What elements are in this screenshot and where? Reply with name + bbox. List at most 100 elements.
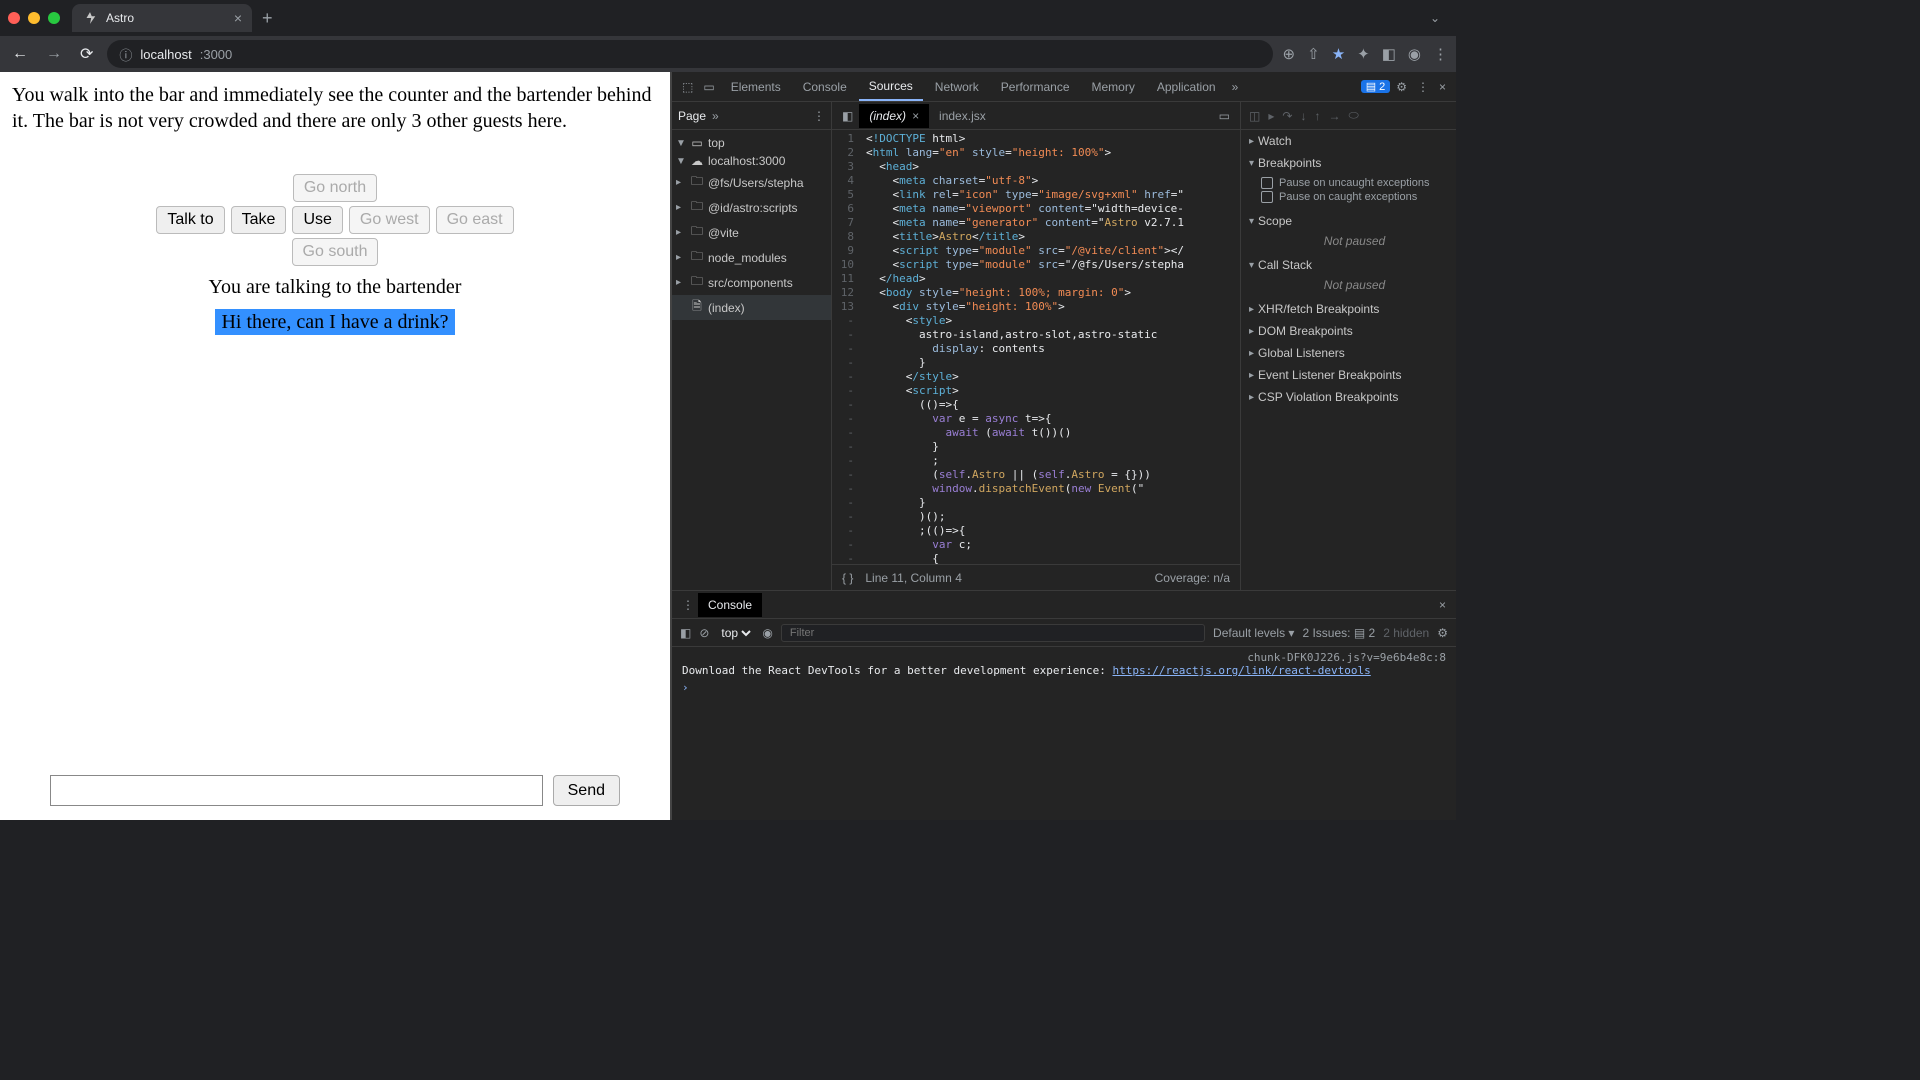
go-north-button: Go north [293,174,377,202]
sidepanel-icon[interactable]: ◧ [1382,45,1396,63]
log-levels[interactable]: Default levels ▾ [1213,626,1294,640]
console-settings-icon[interactable]: ⚙ [1437,626,1448,640]
profile-icon[interactable]: ◉ [1408,45,1421,63]
issues-count[interactable]: 2 Issues: ▤ 2 [1302,626,1375,640]
tab-application[interactable]: Application [1147,74,1226,100]
issues-badge[interactable]: ▤ 2 [1361,80,1391,93]
tab-memory[interactable]: Memory [1082,74,1145,100]
dialogue-option[interactable]: Hi there, can I have a drink? [215,309,454,335]
more-nav-icon[interactable]: » [712,109,719,123]
console-prompt[interactable]: › [682,681,689,694]
pane-global[interactable]: ▸Global Listeners [1241,342,1456,364]
live-expression-icon[interactable]: ◉ [762,626,772,640]
device-toggle-icon[interactable]: ▭ [699,76,718,98]
clear-console-icon[interactable]: ⊘ [699,626,709,640]
devtools-close-icon[interactable]: × [1435,76,1450,98]
tab-sources[interactable]: Sources [859,73,923,101]
toggle-nav-icon[interactable]: ◧ [836,105,859,127]
back-button[interactable]: ← [8,41,32,67]
pane-xhr[interactable]: ▸XHR/fetch Breakpoints [1241,298,1456,320]
resume-icon[interactable]: ▸ [1268,109,1274,123]
pause-caught-checkbox[interactable]: Pause on caught exceptions [1261,190,1448,204]
pane-csp[interactable]: ▸CSP Violation Breakpoints [1241,386,1456,408]
drawer-tab-console[interactable]: Console [698,593,762,617]
tree-origin[interactable]: ▼☁localhost:3000 [672,152,831,170]
nav-menu-icon[interactable]: ⋮ [813,109,825,123]
take-button[interactable]: Take [231,206,287,234]
format-icon[interactable]: { } [842,571,853,585]
settings-icon[interactable]: ⚙ [1392,76,1411,98]
forward-button[interactable]: → [42,41,66,67]
url-bar[interactable]: ⓘ localhost:3000 [107,40,1272,68]
tree-folder[interactable]: ▸🗀@fs/Users/stepha [672,170,831,195]
step-into-icon[interactable]: ↓ [1300,109,1306,123]
more-tabs-icon[interactable]: » [1228,76,1243,98]
tree-folder[interactable]: ▸🗀@id/astro:scripts [672,195,831,220]
tabs-overflow-icon[interactable]: ⌄ [1430,11,1440,25]
editor-tab-indexjsx[interactable]: index.jsx [929,104,996,128]
drawer-close-icon[interactable]: × [1435,594,1450,616]
message-input[interactable] [50,775,543,806]
send-button[interactable]: Send [553,775,620,806]
menu-icon[interactable]: ⋮ [1433,45,1448,63]
page-nav-label[interactable]: Page [678,109,706,123]
pane-breakpoints[interactable]: ▾Breakpoints [1241,152,1456,174]
pane-scope[interactable]: ▾Scope [1241,210,1456,232]
close-window-button[interactable] [8,12,20,24]
pause-uncaught-checkbox[interactable]: Pause on uncaught exceptions [1261,176,1448,190]
tab-network[interactable]: Network [925,74,989,100]
tree-folder[interactable]: ▸🗀node_modules [672,245,831,270]
step-icon[interactable]: → [1328,109,1340,123]
rendered-page: You walk into the bar and immediately se… [0,72,670,820]
url-port: :3000 [200,47,233,62]
console-filter-input[interactable] [781,624,1205,642]
drawer-menu-icon[interactable]: ⋮ [678,594,698,616]
extensions-icon[interactable]: ✦ [1357,45,1370,63]
sources-navigator: Page » ⋮ ▼▭top ▼☁localhost:3000 ▸🗀@fs/Us… [672,102,832,590]
tab-title: Astro [106,11,134,25]
site-info-icon[interactable]: ⓘ [119,45,132,64]
console-drawer: ⋮ Console × ◧ ⊘ top ◉ Default levels ▾ 2… [672,590,1456,820]
browser-tab[interactable]: Astro × [72,4,252,32]
pane-dom[interactable]: ▸DOM Breakpoints [1241,320,1456,342]
log-message: Download the React DevTools for a better… [682,664,1446,677]
pane-watch[interactable]: ▸Watch [1241,130,1456,152]
deactivate-bp-icon[interactable]: ⬭ [1348,108,1358,123]
log-source[interactable]: chunk-DFK0J226.js?v=9e6b4e8c:8 [1247,651,1446,664]
maximize-window-button[interactable] [48,12,60,24]
tab-elements[interactable]: Elements [721,74,791,100]
console-sidebar-icon[interactable]: ◧ [680,626,691,640]
step-out-icon[interactable]: ↑ [1314,109,1320,123]
log-link[interactable]: https://reactjs.org/link/react-devtools [1112,664,1370,677]
editor-tab-index[interactable]: (index)× [859,104,929,128]
share-icon[interactable]: ⇧ [1307,45,1320,63]
devtools-tabs: ⬚ ▭ Elements Console Sources Network Per… [672,72,1456,102]
console-context[interactable]: top [717,625,754,641]
tree-folder[interactable]: ▸🗀@vite [672,220,831,245]
bookmark-icon[interactable]: ★ [1332,45,1345,63]
tree-file-index[interactable]: 🗎(index) [672,295,831,320]
reload-button[interactable]: ⟳ [76,40,97,68]
zoom-icon[interactable]: ⊕ [1283,45,1296,63]
tab-performance[interactable]: Performance [991,74,1080,100]
editor-more-icon[interactable]: ▭ [1213,105,1236,127]
devtools-menu-icon[interactable]: ⋮ [1413,76,1433,98]
talk-to-button[interactable]: Talk to [156,206,224,234]
tab-console[interactable]: Console [793,74,857,100]
tree-top[interactable]: ▼▭top [672,134,831,152]
pane-event[interactable]: ▸Event Listener Breakpoints [1241,364,1456,386]
new-tab-button[interactable]: + [262,8,273,29]
close-tab-button[interactable]: × [234,10,242,26]
inspect-icon[interactable]: ⬚ [678,76,697,98]
step-over-icon[interactable]: ↷ [1282,109,1292,123]
toggle-debugger-icon[interactable]: ◫ [1249,109,1260,123]
minimize-window-button[interactable] [28,12,40,24]
devtools-panel: ⬚ ▭ Elements Console Sources Network Per… [670,72,1456,820]
use-button[interactable]: Use [292,206,342,234]
code-editor[interactable]: 1<!DOCTYPE html>2<html lang="en" style="… [832,130,1240,564]
pane-callstack[interactable]: ▾Call Stack [1241,254,1456,276]
tab-favicon [82,10,98,26]
window-traffic-lights [8,12,60,24]
tree-folder[interactable]: ▸🗀src/components [672,270,831,295]
sources-editor: ◧ (index)× index.jsx ▭ 1<!DOCTYPE html>2… [832,102,1241,590]
